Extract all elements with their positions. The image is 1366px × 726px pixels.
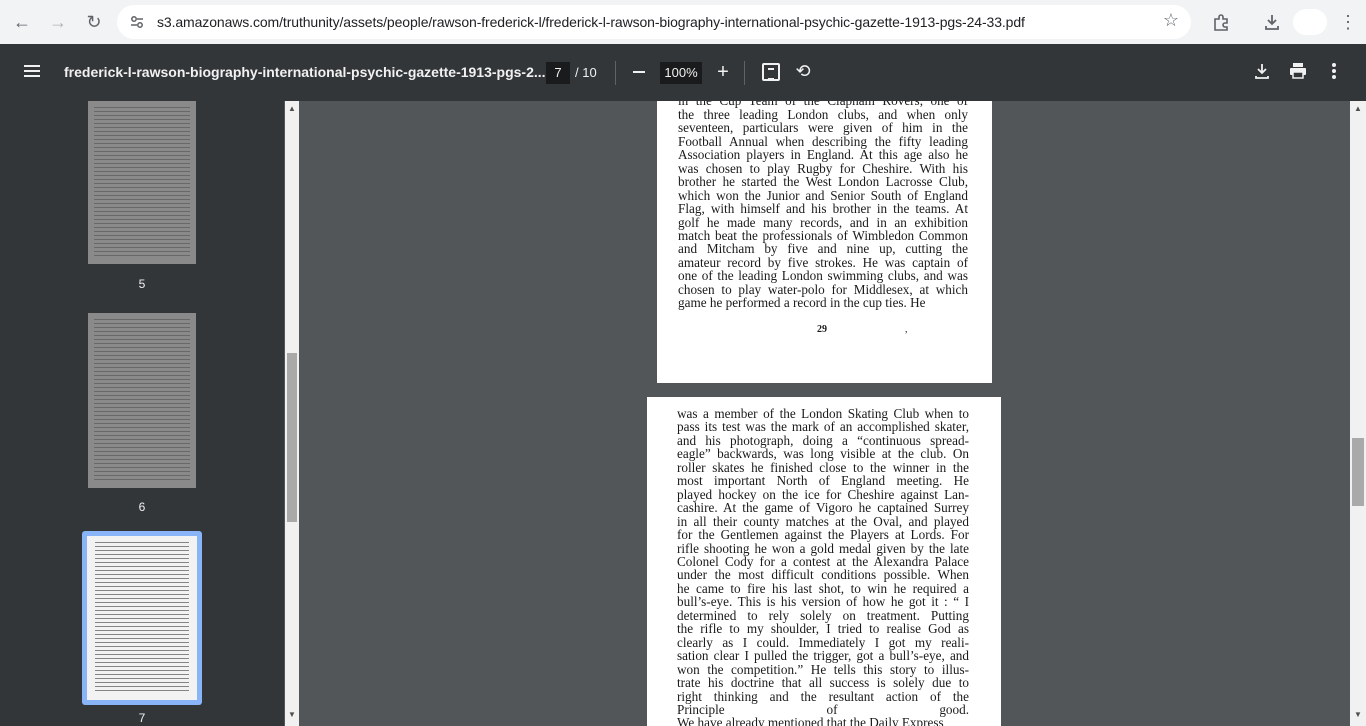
text-line: We have already mentioned that the Daily… xyxy=(677,715,944,726)
text-line: seventeen, particulars were given of him… xyxy=(678,120,968,136)
text-line: Colonel Cody for a contest at the Alexan… xyxy=(677,553,969,569)
scroll-down-arrow-icon[interactable]: ▼ xyxy=(286,710,298,720)
text-line: played hockey on the ice for Cheshire ag… xyxy=(677,486,969,502)
thumbnail-page-6[interactable] xyxy=(88,313,196,488)
text-line: roller skates he finished close to the w… xyxy=(677,459,969,475)
zoom-in-icon[interactable]: + xyxy=(714,60,732,84)
scroll-up-arrow-icon[interactable]: ▲ xyxy=(1352,104,1364,114)
profile-avatar[interactable] xyxy=(1293,9,1327,35)
extensions-icon[interactable] xyxy=(1207,8,1235,36)
fit-to-page-icon[interactable] xyxy=(762,63,780,81)
pdf-download-icon[interactable] xyxy=(1252,61,1272,83)
text-line: won the competition.” He tells this stor… xyxy=(677,661,969,677)
text-line: the rifle to my shoulder, I tried to rea… xyxy=(677,621,969,637)
scroll-down-arrow-icon[interactable]: ▼ xyxy=(1352,710,1364,720)
text-line: amateur record by five strokes. He was c… xyxy=(678,254,968,270)
text-line: in all their county matches at the Oval,… xyxy=(677,513,969,529)
thumbnail-page-7[interactable] xyxy=(87,536,197,700)
text-line: right thinking and the resultant action … xyxy=(677,688,969,704)
text-line: one of the leading London swimming clubs… xyxy=(678,268,968,284)
text-line: was a member of the London Skating Club … xyxy=(677,406,969,421)
thumbnail-text xyxy=(95,542,189,692)
pdf-page-lower: was a member of the London Skating Club … xyxy=(647,397,1001,726)
thumbnail-text xyxy=(94,107,190,258)
thumbnail-page-7-selected[interactable] xyxy=(82,531,202,705)
address-bar[interactable]: s3.amazonaws.com/truthunity/assets/peopl… xyxy=(117,5,1191,39)
text-line: cashire. At the game of Vigoro he captai… xyxy=(677,500,969,516)
document-title: frederick-l-rawson-biography-internation… xyxy=(64,64,546,80)
zoom-out-icon[interactable] xyxy=(630,60,648,84)
forward-icon[interactable]: → xyxy=(44,8,72,36)
downloads-icon[interactable] xyxy=(1258,8,1286,36)
text-line: chosen to play water-polo for Middlesex,… xyxy=(678,281,968,297)
text-line: Association players in England. At this … xyxy=(678,147,968,163)
text-line: and his photograph, doing a “continuous … xyxy=(677,432,969,448)
browser-toolbar: ← → ↻ s3.amazonaws.com/truthunity/assets… xyxy=(0,0,1366,44)
page-text: days he played Association football for … xyxy=(678,101,968,310)
page-mark: , xyxy=(905,324,908,335)
site-info-icon[interactable] xyxy=(127,12,147,32)
pdf-toolbar: frederick-l-rawson-biography-internation… xyxy=(0,44,1366,101)
text-line: determined to rely solely on treatment. … xyxy=(677,607,969,623)
text-line: trate his doctrine that all success is s… xyxy=(677,675,969,691)
text-line: and Mitcham by five and nine up, cutting… xyxy=(678,241,968,257)
toolbar-divider xyxy=(615,61,616,85)
zoom-level-input[interactable]: 100% xyxy=(660,62,702,84)
text-line: game he performed a record in the cup ti… xyxy=(678,295,926,311)
thumbnail-label: 5 xyxy=(138,277,146,291)
page-text: was a member of the London Skating Club … xyxy=(677,407,969,726)
viewer-scrollbar[interactable] xyxy=(1350,101,1366,726)
text-line: rifle shooting he won a gold medal given… xyxy=(677,540,969,556)
text-line: Principle of good. xyxy=(677,701,969,717)
viewer-scrollbar-thumb[interactable] xyxy=(1352,438,1364,506)
more-options-icon[interactable] xyxy=(1326,61,1342,83)
page-number-input[interactable]: 7 xyxy=(546,62,570,84)
text-line: was chosen to play Rugby for Cheshire. W… xyxy=(678,160,968,176)
text-line: eagle” backwards, was long visible at th… xyxy=(677,446,969,462)
text-line: pass its test was the mark of an accompl… xyxy=(677,419,969,435)
page-total: / 10 xyxy=(575,65,597,80)
sidebar-scrollbar-thumb[interactable] xyxy=(287,353,297,522)
text-line: golf he made many records, and in an exh… xyxy=(678,214,968,230)
text-line: Flag, with himself and his brother in th… xyxy=(678,201,968,217)
text-line: under the most difficult conditions poss… xyxy=(677,567,969,583)
text-line: for the Gentlemen against the Players at… xyxy=(677,527,969,543)
thumbnail-text xyxy=(94,319,190,482)
text-line: which won the Junior and Senior South of… xyxy=(678,187,968,203)
text-line: the three leading London clubs, and when… xyxy=(678,106,968,122)
text-line: most important North of England meeting.… xyxy=(677,473,969,489)
pdf-viewer[interactable]: days he played Association football for … xyxy=(299,101,1350,726)
text-line: sation clear I pulled the trigger, got a… xyxy=(677,648,969,664)
toolbar-divider xyxy=(744,61,745,85)
back-icon[interactable]: ← xyxy=(8,8,36,36)
bookmark-star-icon[interactable]: ☆ xyxy=(1163,10,1179,31)
text-line: clearly as I could. Immediately I got my… xyxy=(677,634,969,650)
thumbnail-page-5[interactable] xyxy=(88,101,196,264)
thumbnail-label: 7 xyxy=(138,711,146,725)
thumbnail-sidebar: 5 6 7 xyxy=(0,101,284,726)
text-line: he came to fire his last shot, to win he… xyxy=(677,580,969,596)
pdf-page-upper: days he played Association football for … xyxy=(657,101,992,383)
text-line: bull’s-eye. This is his version of how h… xyxy=(677,594,969,610)
sidebar-menu-icon[interactable] xyxy=(20,62,44,82)
scroll-up-arrow-icon[interactable]: ▲ xyxy=(286,104,298,114)
text-line: Football Annual when describing the fift… xyxy=(678,133,968,149)
text-line: brother he started the West London Lacro… xyxy=(678,174,968,190)
browser-menu-icon[interactable]: ⋮ xyxy=(1334,8,1362,36)
text-line: match beat the professionals of Wimbledo… xyxy=(678,227,968,243)
url-text[interactable]: s3.amazonaws.com/truthunity/assets/peopl… xyxy=(157,14,1025,30)
reload-icon[interactable]: ↻ xyxy=(80,8,108,36)
page-number: 29 xyxy=(817,324,827,335)
print-icon[interactable] xyxy=(1288,61,1308,83)
thumbnail-label: 6 xyxy=(138,500,146,514)
rotate-icon[interactable]: ⟲ xyxy=(793,61,813,81)
